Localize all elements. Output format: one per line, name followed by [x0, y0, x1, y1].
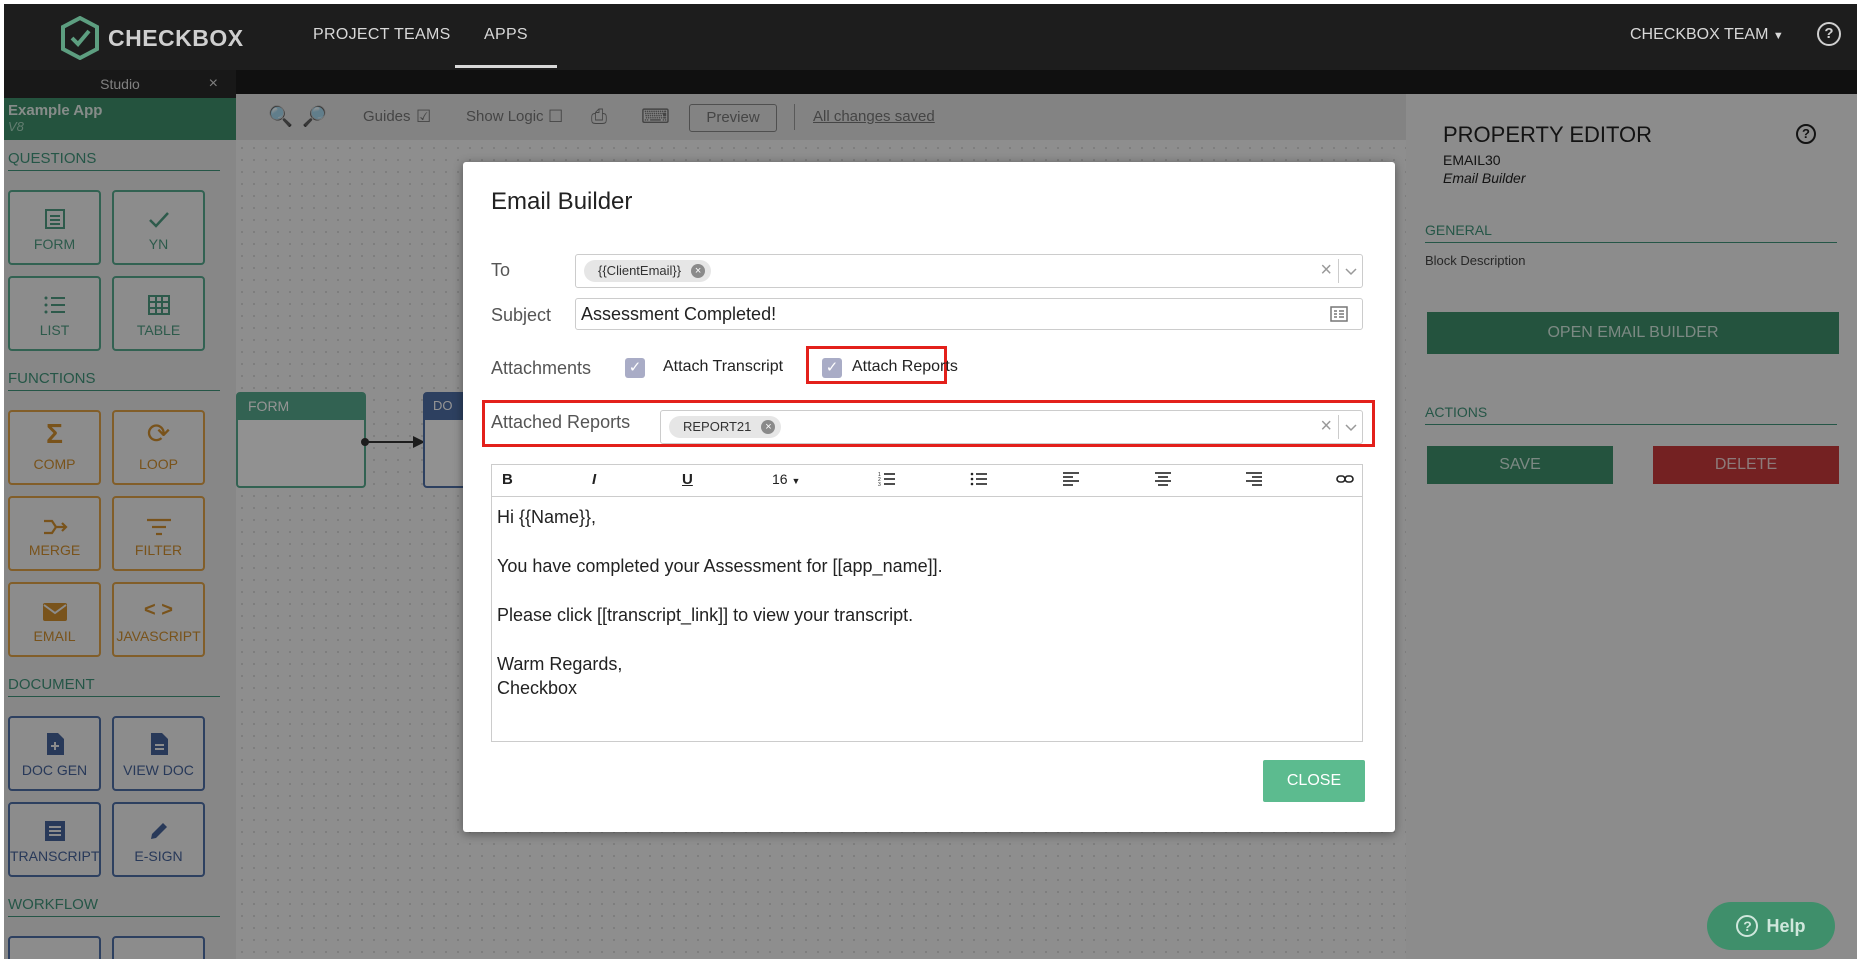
- report-chip: REPORT21 ×: [669, 416, 782, 438]
- link-icon[interactable]: [1336, 471, 1354, 491]
- checkbox-logo-icon: [61, 16, 99, 60]
- email-body-editor[interactable]: Hi {{Name}}, You have completed your Ass…: [491, 496, 1363, 742]
- to-label: To: [491, 260, 511, 280]
- caret-down-icon: ▼: [1772, 30, 1784, 42]
- clear-icon[interactable]: ×: [1320, 415, 1332, 438]
- body-signature: Checkbox: [497, 678, 578, 698]
- svg-text:3: 3: [878, 482, 881, 487]
- nav-apps[interactable]: APPS: [484, 26, 528, 44]
- align-left-icon[interactable]: [1062, 471, 1080, 491]
- attach-transcript-checkbox[interactable]: ✓: [625, 358, 645, 378]
- close-button[interactable]: CLOSE: [1263, 760, 1365, 802]
- subject-value: Assessment Completed!: [581, 304, 777, 324]
- subject-input[interactable]: Assessment Completed!: [575, 298, 1363, 330]
- font-size-select[interactable]: 16 ▼: [772, 471, 800, 487]
- align-center-icon[interactable]: [1154, 471, 1172, 491]
- email-builder-modal: Email Builder To {{ClientEmail}} × × Sub…: [463, 162, 1395, 832]
- remove-chip-icon[interactable]: ×: [761, 420, 776, 434]
- bold-icon[interactable]: B: [502, 471, 513, 488]
- chip-label: REPORT21: [683, 419, 752, 434]
- attach-reports-checkbox[interactable]: ✓: [822, 358, 842, 378]
- field-list-icon[interactable]: [1330, 306, 1348, 327]
- align-right-icon[interactable]: [1245, 471, 1263, 491]
- dropdown-chevron-icon[interactable]: [1338, 259, 1362, 283]
- help-icon[interactable]: ?: [1817, 22, 1841, 46]
- italic-icon[interactable]: I: [592, 471, 596, 488]
- question-icon: ?: [1736, 915, 1759, 937]
- dropdown-chevron-icon[interactable]: [1338, 415, 1362, 439]
- body-line-2: Please click [[transcript_link]] to view…: [497, 605, 914, 625]
- brand-name: CHECKBOX: [108, 24, 244, 51]
- body-line-1: You have completed your Assessment for […: [497, 556, 943, 576]
- brand-logo[interactable]: CHECKBOX: [60, 16, 244, 60]
- team-name: CHECKBOX TEAM: [1630, 26, 1769, 43]
- remove-chip-icon[interactable]: ×: [691, 264, 706, 278]
- app-window: CHECKBOX PROJECT TEAMS APPS CHECKBOX TEA…: [4, 4, 1857, 959]
- chip-label: {{ClientEmail}}: [598, 263, 682, 278]
- font-size-value: 16: [772, 471, 788, 487]
- bullet-list-icon[interactable]: [970, 471, 988, 491]
- subject-label: Subject: [491, 305, 552, 325]
- underline-icon[interactable]: U: [682, 471, 693, 488]
- clear-icon[interactable]: ×: [1320, 259, 1332, 282]
- help-button[interactable]: ? Help: [1707, 902, 1835, 950]
- attach-reports-label: Attach Reports: [852, 358, 958, 375]
- ordered-list-icon[interactable]: 123: [878, 471, 896, 491]
- attached-reports-label: Attached Reports: [491, 412, 631, 432]
- attach-transcript-label: Attach Transcript: [663, 358, 784, 375]
- help-label: Help: [1766, 915, 1806, 936]
- recipient-chip: {{ClientEmail}} ×: [584, 260, 712, 282]
- attached-reports-field[interactable]: REPORT21 × ×: [660, 410, 1363, 444]
- nav-project-teams[interactable]: PROJECT TEAMS: [313, 26, 451, 44]
- caret-down-icon: ▼: [791, 476, 801, 486]
- screenshot-frame: CHECKBOX PROJECT TEAMS APPS CHECKBOX TEA…: [0, 0, 1860, 962]
- editor-toolbar: B I U 16 ▼ 123: [491, 464, 1363, 496]
- modal-title: Email Builder: [491, 188, 633, 215]
- body-greeting: Hi {{Name}},: [497, 507, 597, 527]
- attachments-label: Attachments: [491, 358, 592, 378]
- nav-active-indicator: [455, 65, 557, 68]
- body-signoff: Warm Regards,: [497, 654, 623, 674]
- team-menu[interactable]: CHECKBOX TEAM ▼: [1630, 26, 1784, 44]
- to-field[interactable]: {{ClientEmail}} × ×: [575, 254, 1363, 288]
